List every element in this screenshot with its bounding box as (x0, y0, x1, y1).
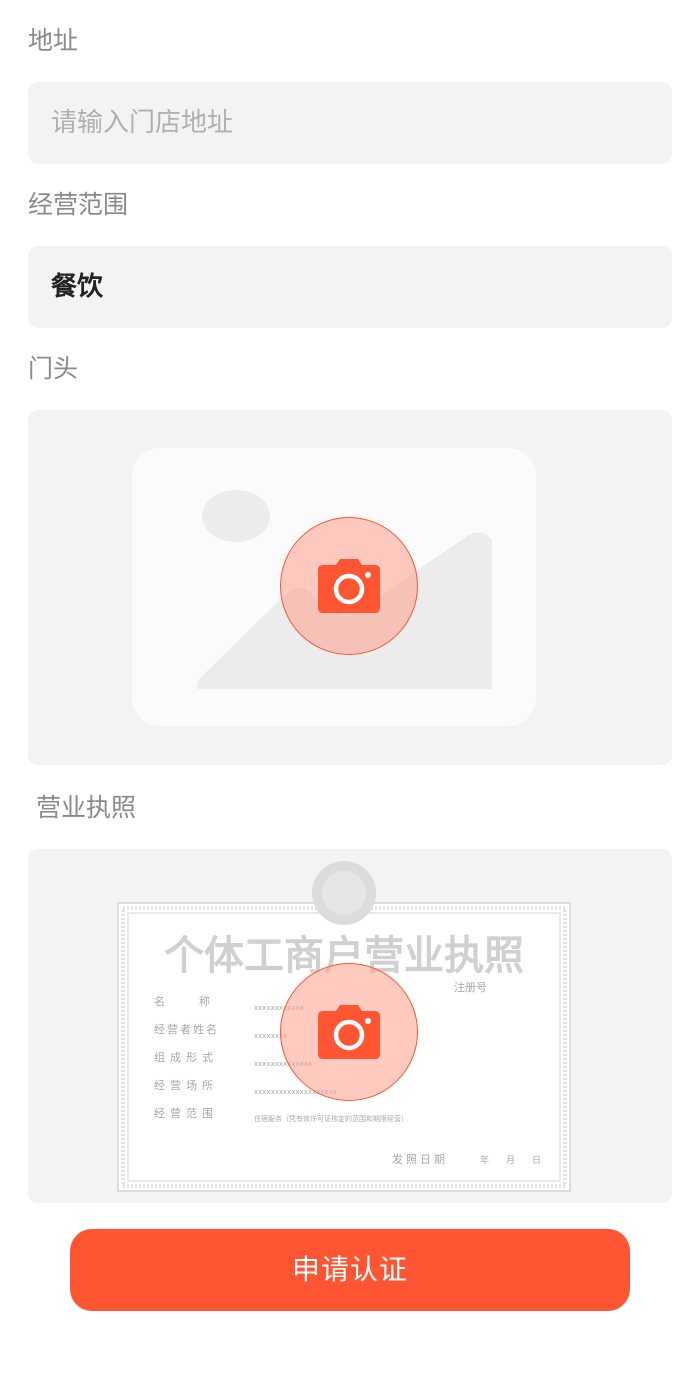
license-row-label: 经营者姓名 (154, 1022, 219, 1036)
license-upload[interactable]: 个体工商户营业执照 注册号 名 称 xxxxxxxxxxxx 经营者姓名 xxx… (28, 849, 672, 1203)
scope-value: 餐饮 (51, 272, 104, 302)
address-label: 地址 (28, 26, 79, 55)
license-row-label: 经营范围 (154, 1106, 218, 1120)
address-field[interactable] (28, 82, 672, 164)
scope-label: 经营范围 (28, 190, 129, 219)
address-input[interactable] (28, 82, 672, 164)
license-row-label: 经营场所 (154, 1078, 218, 1092)
license-label: 营业执照 (36, 793, 137, 822)
apply-certification-button[interactable]: 申请认证 (70, 1229, 630, 1311)
license-row-label: 组成形式 (154, 1050, 218, 1064)
storefront-camera-button[interactable] (280, 517, 418, 655)
storefront-label: 门头 (28, 354, 79, 383)
license-reg-no-label: 注册号 (454, 980, 487, 994)
license-row-label: 名 称 (154, 994, 214, 1008)
license-issue-date-label: 发照日期 (392, 1152, 448, 1166)
scope-field[interactable]: 餐饮 (28, 246, 672, 328)
license-date-unit: 年 (480, 1154, 489, 1166)
camera-icon (318, 559, 380, 613)
license-row-value: 住宿服务（凭有效许可证核定的范围和期限经营） (254, 1114, 408, 1123)
license-date-unit: 月 (506, 1155, 515, 1166)
license-camera-button[interactable] (280, 963, 418, 1101)
camera-icon (318, 1005, 380, 1059)
license-date-unit: 日 (532, 1155, 541, 1166)
storefront-upload[interactable] (28, 410, 672, 765)
